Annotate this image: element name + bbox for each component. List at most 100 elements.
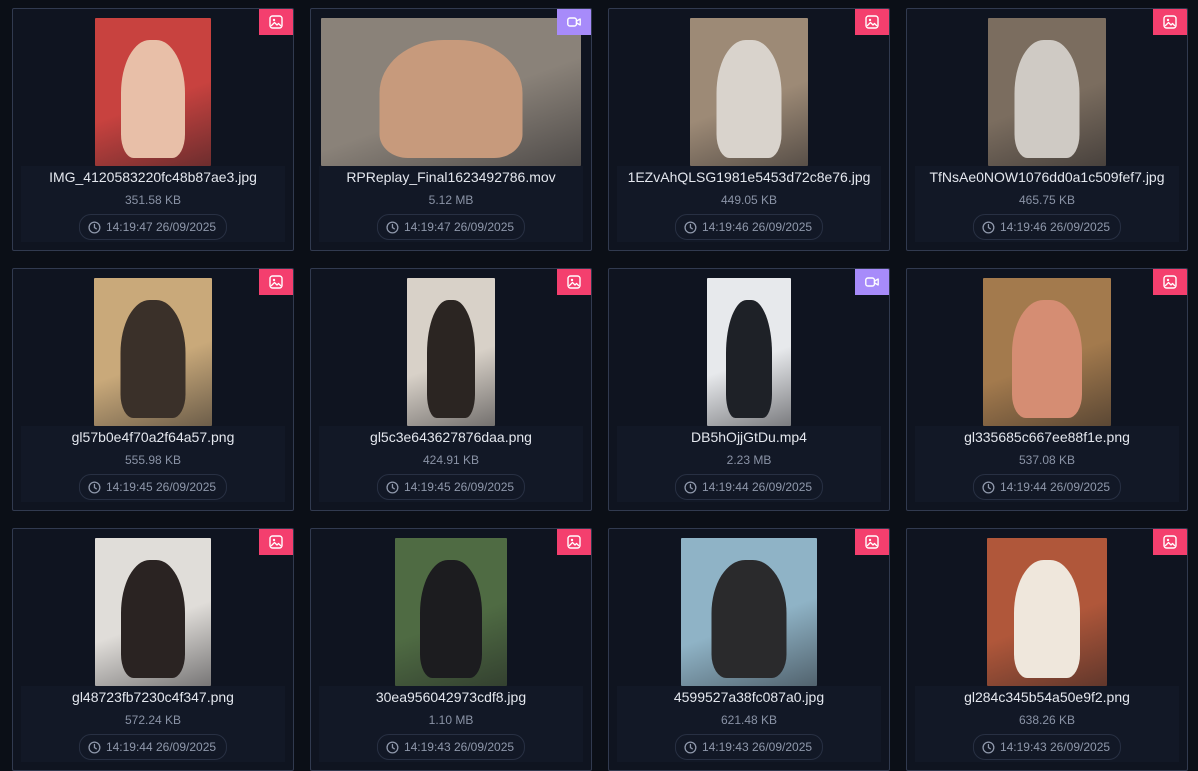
media-thumbnail[interactable] — [94, 278, 212, 426]
thumbnail-subject — [379, 40, 523, 158]
thumbnail-container — [617, 278, 881, 426]
timestamp-pill: 14:19:46 26/09/2025 — [972, 214, 1122, 240]
media-type-badge — [259, 269, 293, 295]
media-card[interactable]: 1EZvAhQLSG1981e5453d72c8e76.jpg 449.05 K… — [608, 8, 890, 251]
file-name: gl335685c667ee88f1e.png — [964, 429, 1130, 445]
file-name: 4599527a38fc087a0.jpg — [673, 689, 825, 705]
file-size: 449.05 KB — [720, 193, 778, 207]
media-card[interactable]: gl5c3e643627876daa.png 424.91 KB 14:19:4… — [310, 268, 592, 511]
thumbnail-subject — [1012, 300, 1082, 418]
media-type-badge — [1153, 9, 1187, 35]
timestamp-text: 14:19:46 26/09/2025 — [999, 220, 1111, 234]
thumbnail-container — [915, 18, 1179, 166]
file-name: gl48723fb7230c4f347.png — [72, 689, 234, 705]
file-size: 5.12 MB — [428, 193, 474, 207]
media-thumbnail[interactable] — [95, 18, 211, 166]
media-thumbnail[interactable] — [407, 278, 495, 426]
file-size: 1.10 MB — [428, 713, 474, 727]
file-name: gl57b0e4f70a2f64a57.png — [71, 429, 235, 445]
clock-icon — [386, 220, 399, 234]
image-icon — [269, 535, 283, 549]
timestamp-pill: 14:19:44 26/09/2025 — [78, 734, 228, 760]
file-size: 638.26 KB — [1018, 713, 1076, 727]
thumbnail-container — [319, 538, 583, 686]
media-grid: IMG_4120583220fc48b87ae3.jpg 351.58 KB 1… — [12, 8, 1188, 771]
file-name: IMG_4120583220fc48b87ae3.jpg — [49, 169, 257, 185]
timestamp-text: 14:19:45 26/09/2025 — [105, 480, 217, 494]
thumbnail-container — [319, 278, 583, 426]
thumbnail-subject — [427, 300, 475, 418]
media-type-badge — [855, 9, 889, 35]
media-thumbnail[interactable] — [690, 18, 808, 166]
file-name: gl284c345b54a50e9f2.png — [964, 689, 1130, 705]
timestamp-text: 14:19:44 26/09/2025 — [105, 740, 217, 754]
video-camera-icon — [865, 277, 879, 287]
media-thumbnail[interactable] — [987, 538, 1107, 686]
media-card[interactable]: 30ea956042973cdf8.jpg 1.10 MB 14:19:43 2… — [310, 528, 592, 771]
timestamp-text: 14:19:43 26/09/2025 — [701, 740, 813, 754]
timestamp-pill: 14:19:44 26/09/2025 — [674, 474, 824, 500]
thumbnail-container — [617, 538, 881, 686]
timestamp-pill: 14:19:43 26/09/2025 — [972, 734, 1122, 760]
thumbnail-subject — [120, 300, 186, 418]
thumbnail-subject — [121, 560, 185, 678]
timestamp-text: 14:19:44 26/09/2025 — [701, 480, 813, 494]
media-type-badge — [557, 9, 591, 35]
media-thumbnail[interactable] — [95, 538, 211, 686]
file-name: RPReplay_Final1623492786.mov — [346, 169, 556, 185]
clock-icon — [88, 220, 101, 234]
image-icon — [1163, 275, 1177, 289]
file-size: 572.24 KB — [124, 713, 182, 727]
timestamp-text: 14:19:43 26/09/2025 — [403, 740, 515, 754]
clock-icon — [684, 220, 697, 234]
file-size: 465.75 KB — [1018, 193, 1076, 207]
file-name: 30ea956042973cdf8.jpg — [375, 689, 527, 705]
timestamp-pill: 14:19:44 26/09/2025 — [972, 474, 1122, 500]
file-info-panel: gl48723fb7230c4f347.png 572.24 KB 14:19:… — [21, 686, 285, 762]
file-size: 537.08 KB — [1018, 453, 1076, 467]
media-card[interactable]: 4599527a38fc087a0.jpg 621.48 KB 14:19:43… — [608, 528, 890, 771]
thumbnail-subject — [1014, 560, 1080, 678]
clock-icon — [982, 220, 995, 234]
media-thumbnail[interactable] — [681, 538, 817, 686]
media-type-badge — [855, 529, 889, 555]
media-card[interactable]: gl335685c667ee88f1e.png 537.08 KB 14:19:… — [906, 268, 1188, 511]
clock-icon — [684, 740, 697, 754]
media-thumbnail[interactable] — [707, 278, 791, 426]
file-info-panel: RPReplay_Final1623492786.mov 5.12 MB 14:… — [319, 166, 583, 242]
timestamp-text: 14:19:45 26/09/2025 — [403, 480, 515, 494]
media-card[interactable]: gl284c345b54a50e9f2.png 638.26 KB 14:19:… — [906, 528, 1188, 771]
media-thumbnail[interactable] — [395, 538, 507, 686]
image-icon — [1163, 15, 1177, 29]
file-info-panel: IMG_4120583220fc48b87ae3.jpg 351.58 KB 1… — [21, 166, 285, 242]
timestamp-text: 14:19:44 26/09/2025 — [999, 480, 1111, 494]
thumbnail-subject — [726, 300, 772, 418]
media-thumbnail[interactable] — [988, 18, 1106, 166]
clock-icon — [982, 740, 995, 754]
file-info-panel: 1EZvAhQLSG1981e5453d72c8e76.jpg 449.05 K… — [617, 166, 881, 242]
thumbnail-subject — [1014, 40, 1080, 158]
media-card[interactable]: IMG_4120583220fc48b87ae3.jpg 351.58 KB 1… — [12, 8, 294, 251]
media-card[interactable]: RPReplay_Final1623492786.mov 5.12 MB 14:… — [310, 8, 592, 251]
clock-icon — [88, 740, 101, 754]
thumbnail-container — [21, 18, 285, 166]
timestamp-pill: 14:19:45 26/09/2025 — [78, 474, 228, 500]
clock-icon — [684, 480, 697, 494]
image-icon — [269, 15, 283, 29]
media-card[interactable]: TfNsAe0NOW1076dd0a1c509fef7.jpg 465.75 K… — [906, 8, 1188, 251]
media-type-badge — [259, 529, 293, 555]
media-type-badge — [1153, 529, 1187, 555]
file-size: 621.48 KB — [720, 713, 778, 727]
media-thumbnail[interactable] — [983, 278, 1111, 426]
timestamp-pill: 14:19:43 26/09/2025 — [674, 734, 824, 760]
image-icon — [567, 535, 581, 549]
media-card[interactable]: gl57b0e4f70a2f64a57.png 555.98 KB 14:19:… — [12, 268, 294, 511]
media-card[interactable]: DB5hOjjGtDu.mp4 2.23 MB 14:19:44 26/09/2… — [608, 268, 890, 511]
timestamp-text: 14:19:43 26/09/2025 — [999, 740, 1111, 754]
media-thumbnail[interactable] — [321, 18, 581, 166]
file-size: 351.58 KB — [124, 193, 182, 207]
timestamp-text: 14:19:47 26/09/2025 — [403, 220, 515, 234]
file-info-panel: gl284c345b54a50e9f2.png 638.26 KB 14:19:… — [915, 686, 1179, 762]
timestamp-text: 14:19:46 26/09/2025 — [701, 220, 813, 234]
media-card[interactable]: gl48723fb7230c4f347.png 572.24 KB 14:19:… — [12, 528, 294, 771]
